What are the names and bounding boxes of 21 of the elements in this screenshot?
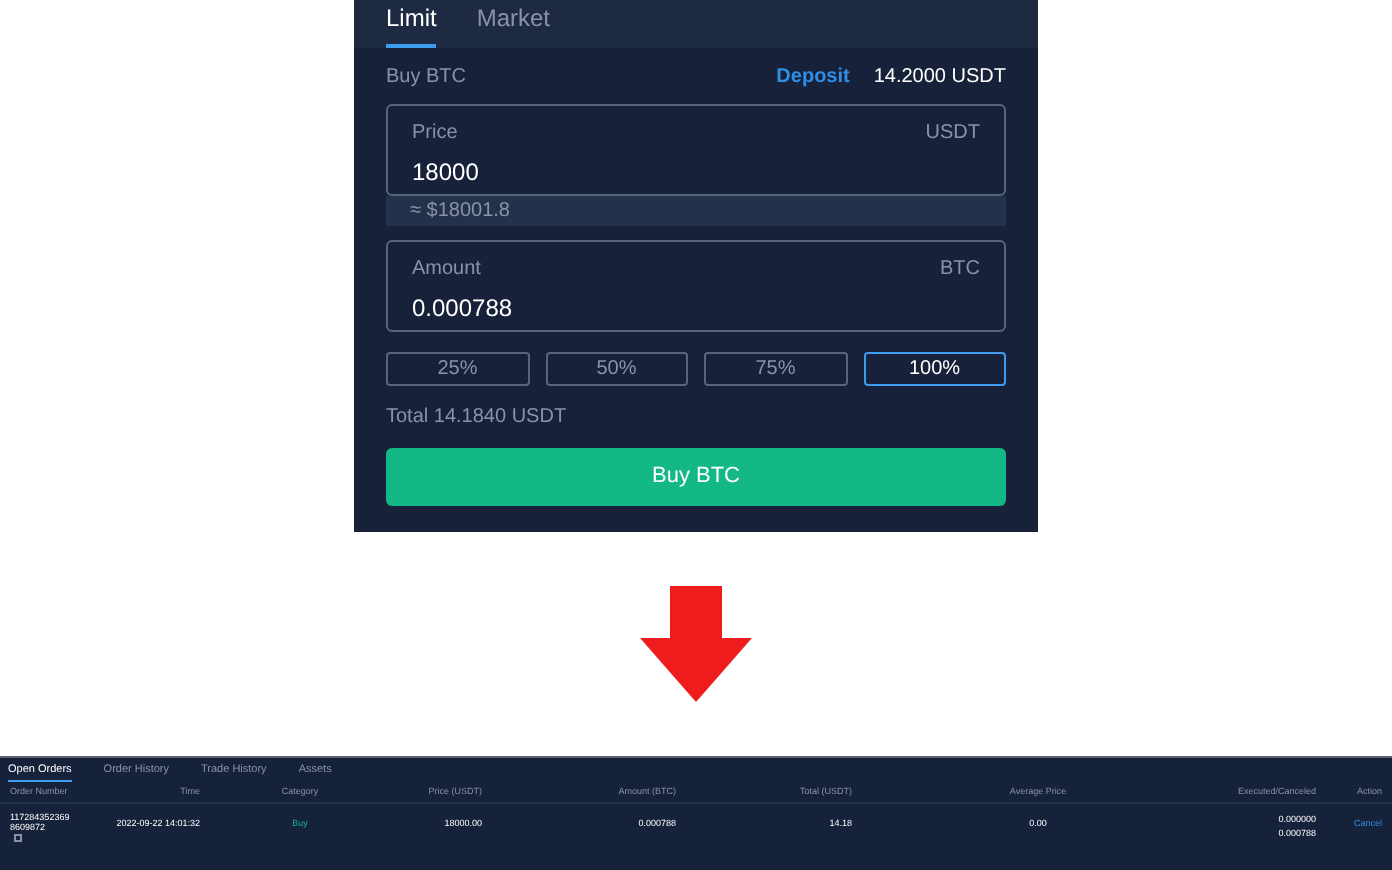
field-label: Amount xyxy=(412,256,483,284)
deposit-link[interactable]: Deposit xyxy=(776,61,850,91)
price-estimate: ≈ $18001.8 xyxy=(386,196,1006,226)
field-value: 0.000788 xyxy=(412,292,515,326)
percent-button[interactable]: 50% xyxy=(545,352,688,386)
copy-icon[interactable] xyxy=(14,833,22,842)
balance-text: 14.2000 USDT xyxy=(873,63,1006,91)
unit-label: BTC xyxy=(940,256,980,284)
price-field[interactable]: Price USDT 18000 xyxy=(386,104,1006,196)
unit-label: USDT xyxy=(925,120,980,148)
down-arrow-icon xyxy=(640,586,752,702)
percent-button[interactable]: 25% xyxy=(386,352,529,386)
tab[interactable]: Limit xyxy=(386,0,437,48)
percent-button[interactable]: 75% xyxy=(704,352,847,386)
amount-field[interactable]: Amount BTC 0.000788 xyxy=(386,240,1006,332)
percent-button[interactable]: 100% xyxy=(863,352,1006,386)
field-value: 18000 xyxy=(412,156,481,190)
tab[interactable]: Market xyxy=(476,0,551,48)
field-label: Price xyxy=(412,120,460,148)
total-text: Total 14.1840 USDT xyxy=(386,404,569,432)
side-label: Buy BTC xyxy=(386,63,469,91)
